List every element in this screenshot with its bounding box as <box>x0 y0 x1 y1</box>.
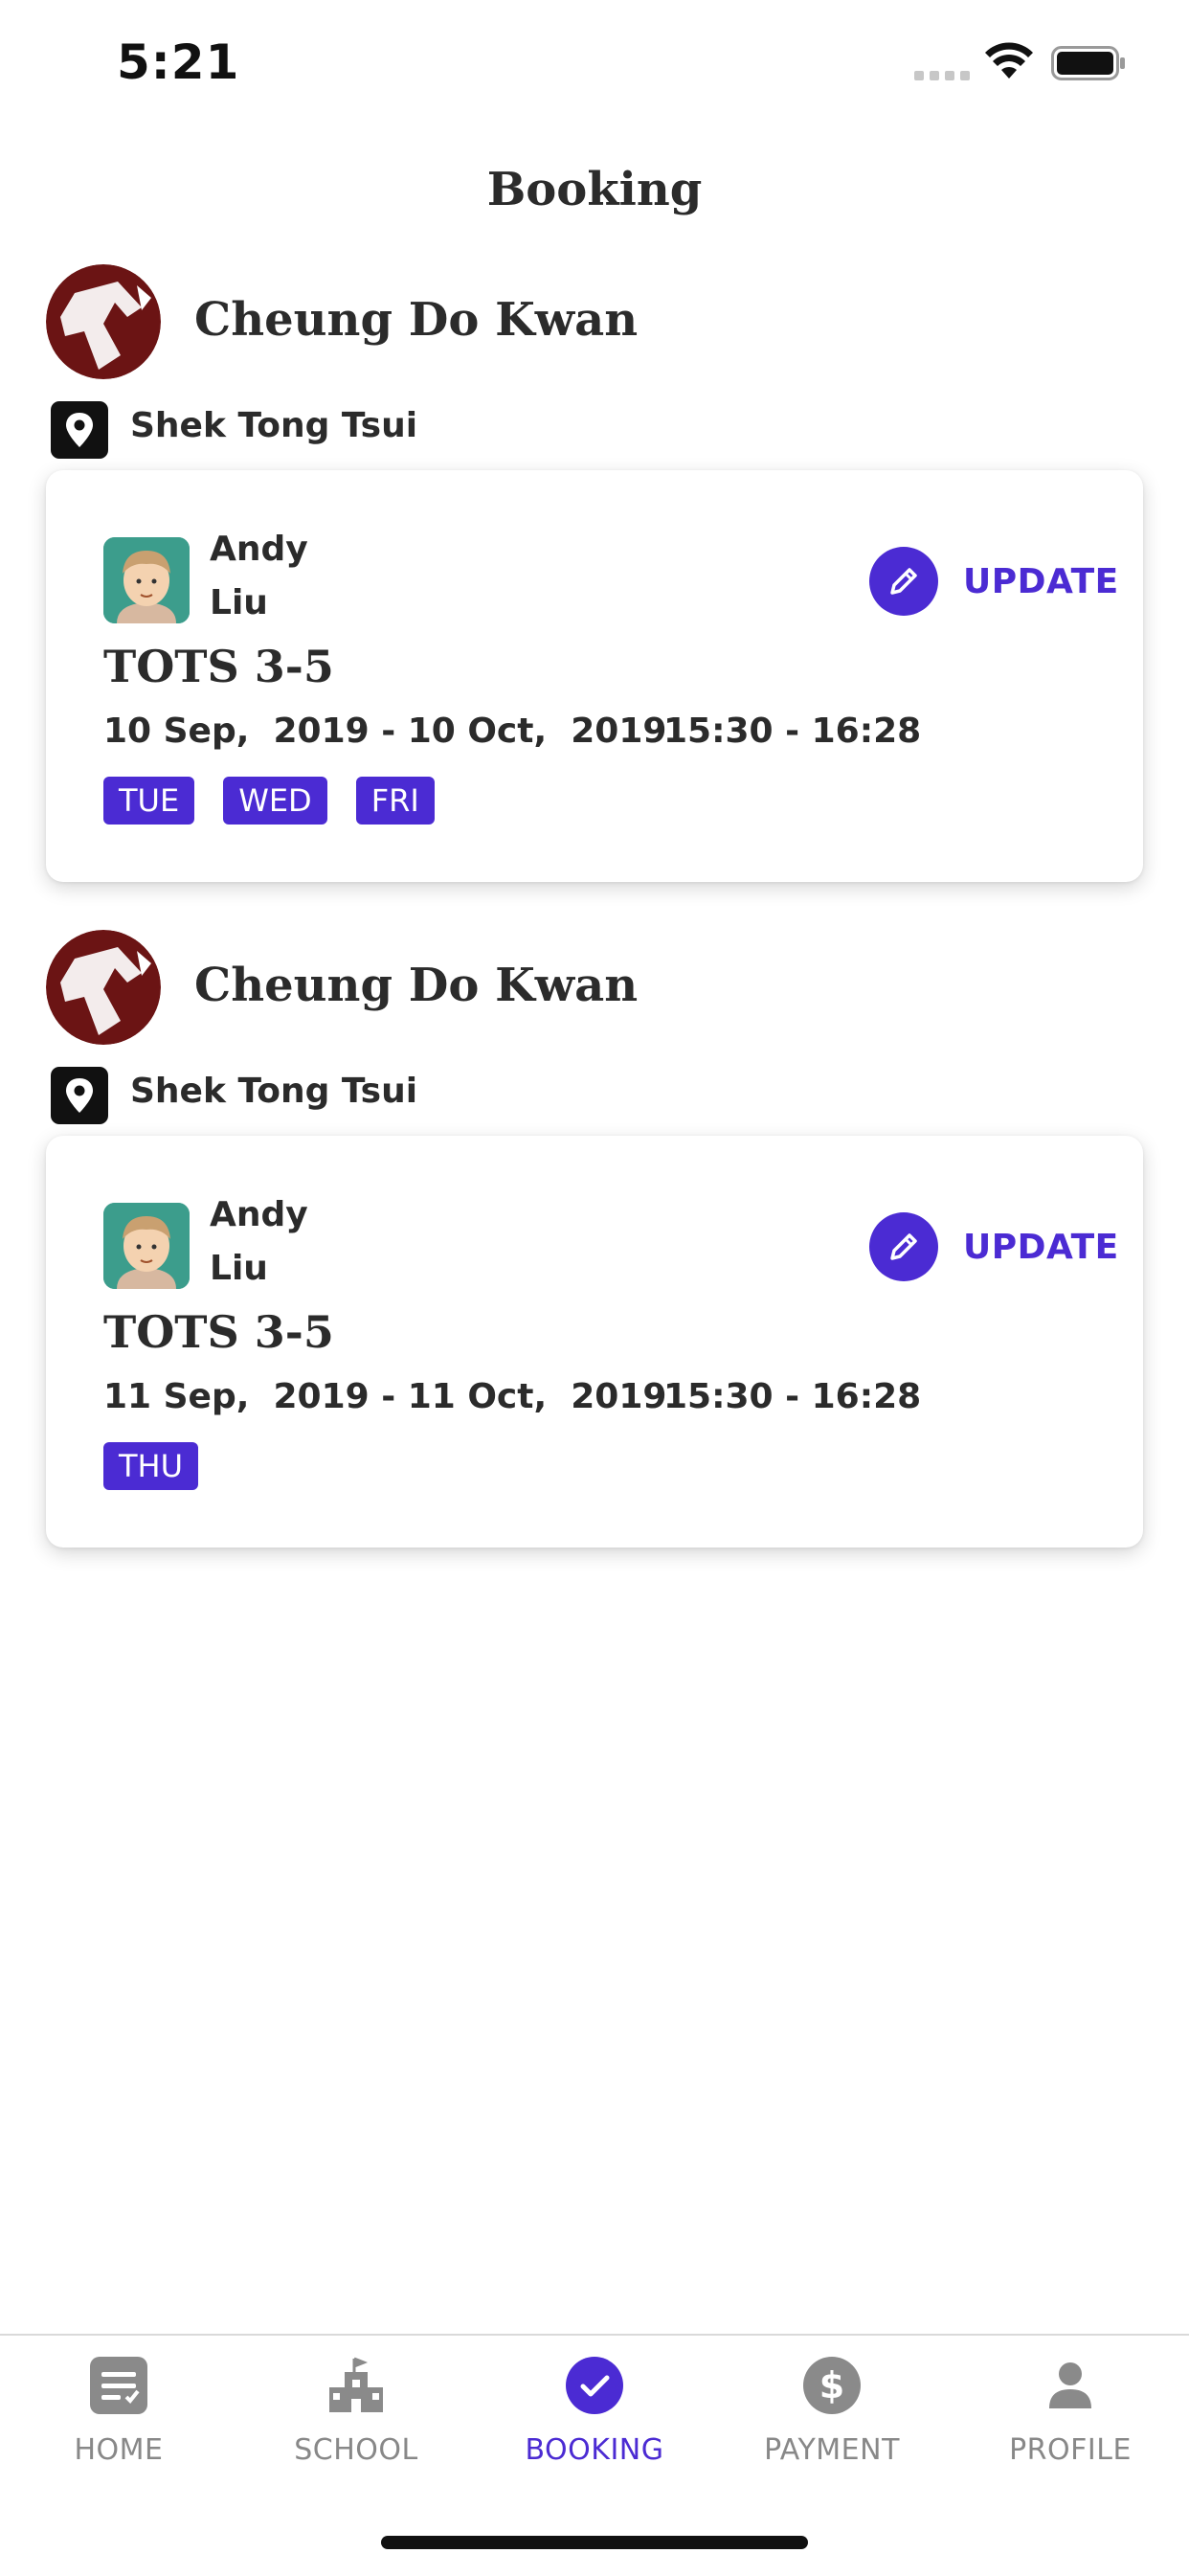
tab-label: PAYMENT <box>764 2433 900 2467</box>
student-first-name: Andy <box>210 1195 308 1234</box>
profile-icon <box>1049 2362 1091 2408</box>
update-label: UPDATE <box>963 561 1119 601</box>
update-button[interactable]: UPDATE <box>869 1212 1119 1281</box>
dollar-icon: $ <box>803 2357 861 2414</box>
tab-home[interactable]: HOME <box>0 2355 237 2467</box>
home-icon <box>90 2357 147 2414</box>
weekday-chip: WED <box>223 777 327 825</box>
student-avatar <box>103 537 190 623</box>
student-first-name: Andy <box>210 530 308 569</box>
location-name: Shek Tong Tsui <box>130 1072 418 1111</box>
time-range: 15:30 - 16:28 <box>663 712 922 751</box>
weekday-chips: THU <box>103 1442 199 1490</box>
home-indicator[interactable] <box>381 2536 808 2549</box>
school-logo <box>46 264 161 379</box>
tab-label: SCHOOL <box>294 2433 418 2467</box>
page-title: Booking <box>486 163 703 216</box>
school-icon <box>329 2357 383 2412</box>
wifi-icon <box>985 42 1033 79</box>
pencil-icon <box>869 1212 938 1281</box>
tab-profile[interactable]: PROFILE <box>952 2355 1189 2467</box>
booking-card: Andy Liu UPDATE TOTS 3-5 11 Sep, 2019 - … <box>46 1136 1143 1548</box>
weekday-chip: TUE <box>103 777 195 825</box>
school-name: Cheung Do Kwan <box>194 959 639 1012</box>
update-button[interactable]: UPDATE <box>869 547 1119 616</box>
update-label: UPDATE <box>963 1227 1119 1267</box>
tab-label: HOME <box>74 2433 164 2467</box>
course-name: TOTS 3-5 <box>103 641 334 692</box>
tab-school[interactable]: SCHOOL <box>237 2355 475 2467</box>
tab-label: BOOKING <box>525 2433 664 2467</box>
course-name: TOTS 3-5 <box>103 1306 334 1358</box>
time-range: 15:30 - 16:28 <box>663 1377 922 1416</box>
cellular-signal-icon <box>914 71 970 80</box>
weekday-chip: THU <box>103 1442 199 1490</box>
school-name: Cheung Do Kwan <box>194 293 639 347</box>
battery-icon <box>1051 46 1125 80</box>
weekday-chips: TUE WED FRI <box>103 777 435 825</box>
tab-booking[interactable]: BOOKING <box>476 2355 713 2467</box>
school-logo <box>46 930 161 1045</box>
tab-payment[interactable]: $ PAYMENT <box>713 2355 951 2467</box>
pencil-icon <box>869 547 938 616</box>
date-range: 10 Sep, 2019 - 10 Oct, 2019 <box>103 712 667 751</box>
svg-text:$: $ <box>819 2364 844 2407</box>
weekday-chip: FRI <box>355 777 435 825</box>
student-last-name: Liu <box>210 583 268 622</box>
location-name: Shek Tong Tsui <box>130 406 418 445</box>
tab-label: PROFILE <box>1009 2433 1132 2467</box>
booking-check-icon <box>566 2357 623 2414</box>
booking-card: Andy Liu UPDATE TOTS 3-5 10 Sep, 2019 - … <box>46 470 1143 882</box>
status-bar: 5:21 <box>0 0 1189 134</box>
location-pin-icon <box>51 1067 108 1124</box>
student-avatar <box>103 1203 190 1289</box>
date-range: 11 Sep, 2019 - 11 Oct, 2019 <box>103 1377 667 1416</box>
status-time: 5:21 <box>117 34 240 90</box>
location-pin-icon <box>51 401 108 459</box>
student-last-name: Liu <box>210 1249 268 1288</box>
